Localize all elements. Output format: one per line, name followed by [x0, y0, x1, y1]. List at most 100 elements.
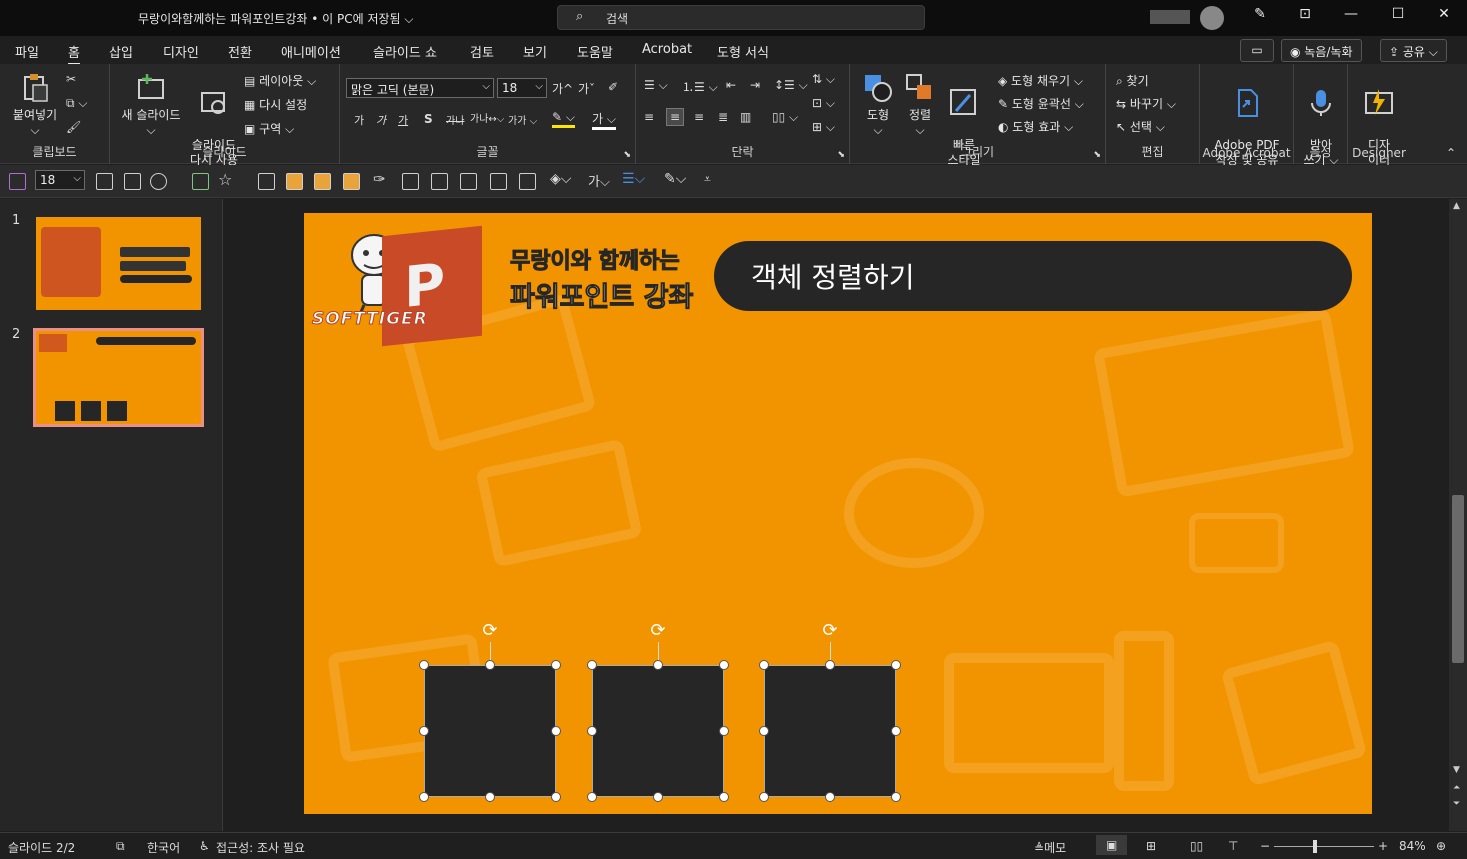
slide-sorter-icon[interactable]: ⊞	[1146, 839, 1156, 853]
resize-handle[interactable]	[551, 660, 561, 670]
increase-indent-icon[interactable]: ⇥	[750, 78, 760, 92]
rotate-handle[interactable]: ⟳	[819, 620, 841, 642]
next-slide-icon[interactable]: ⏷	[1453, 799, 1460, 809]
slide-thumbnail-1[interactable]	[36, 217, 201, 310]
select-button[interactable]: ↖ 선택 ⌵	[1116, 118, 1165, 135]
format-painter-icon[interactable]: 🖌	[66, 120, 81, 134]
increase-font-icon[interactable]: 가^	[552, 80, 573, 97]
rotate-handle[interactable]: ⟳	[479, 620, 501, 642]
smartart-icon[interactable]: ⊞ ⌵	[812, 120, 835, 135]
resize-handle[interactable]	[825, 660, 835, 670]
copy-icon[interactable]: ⧉ ⌵	[66, 96, 87, 111]
accessibility-status[interactable]: 접근성: 조사 필요	[216, 839, 305, 856]
close-icon[interactable]: ✕	[1429, 6, 1459, 22]
strikethrough-icon[interactable]: 가나	[446, 112, 464, 127]
comments-button[interactable]: ▭	[1240, 39, 1274, 62]
tab-transitions[interactable]: 전환	[228, 42, 252, 61]
align-right-icon[interactable]: ≡	[694, 110, 704, 124]
tab-insert[interactable]: 삽입	[109, 42, 133, 61]
bold-icon[interactable]: 가	[354, 112, 364, 128]
tab-design[interactable]: 디자인	[163, 42, 199, 61]
new-slide-button[interactable]: 새 슬라이드 ⌵	[118, 72, 184, 138]
font-name-select[interactable]: 맑은 고딕 (본문) ⌵	[346, 78, 494, 98]
tab-slideshow[interactable]: 슬라이드 쇼	[373, 42, 437, 61]
font-size-select[interactable]: 18 ⌵	[497, 78, 547, 98]
customize-qat-icon[interactable]: ⩡	[704, 172, 721, 189]
distributed-icon[interactable]: ▥	[740, 110, 751, 124]
resize-handle[interactable]	[419, 660, 429, 670]
resize-handle[interactable]	[719, 726, 729, 736]
clear-format-icon[interactable]: ✐	[608, 80, 618, 94]
section-button[interactable]: ▣ 구역 ⌵	[244, 120, 294, 137]
resize-handle[interactable]	[587, 726, 597, 736]
distribute-v-icon[interactable]	[519, 173, 536, 190]
fit-to-window-icon[interactable]: ⊕	[1436, 839, 1446, 853]
previous-slide-icon[interactable]: ⏶	[1453, 783, 1460, 793]
resize-handle[interactable]	[891, 792, 901, 802]
shape-icon[interactable]	[150, 173, 167, 190]
tab-file[interactable]: 파일	[15, 42, 39, 61]
slideshow-view-icon[interactable]: ⊤	[1228, 839, 1238, 853]
resize-handle[interactable]	[551, 726, 561, 736]
tab-view[interactable]: 보기	[523, 42, 547, 61]
resize-handle[interactable]	[891, 726, 901, 736]
distribute-icon[interactable]	[490, 173, 507, 190]
highlight-color-icon[interactable]: ✎ ⌵	[552, 110, 575, 128]
eyedropper-icon[interactable]: ✑	[373, 170, 390, 188]
maximize-icon[interactable]: ☐	[1383, 6, 1413, 22]
dialog-launcher-icon[interactable]: ⬊	[837, 150, 845, 160]
tab-animations[interactable]: 애니메이션	[281, 42, 341, 61]
ribbon-display-icon[interactable]: ⊡	[1290, 6, 1320, 22]
bring-front-icon[interactable]	[286, 173, 303, 190]
zoom-slider-track[interactable]	[1274, 846, 1374, 847]
reset-button[interactable]: ▦ 다시 설정	[244, 96, 307, 113]
underline-icon[interactable]: 가	[398, 112, 408, 128]
tab-home[interactable]: 홈	[68, 42, 80, 65]
send-backward-icon[interactable]	[343, 173, 360, 190]
line-spacing-icon[interactable]: ↕☰ ⌵	[774, 78, 808, 93]
pen-icon[interactable]: ✎	[1245, 6, 1275, 22]
resize-handle[interactable]	[719, 660, 729, 670]
columns-icon[interactable]: ▯▯ ⌵	[772, 110, 798, 125]
decrease-indent-icon[interactable]: ⇤	[726, 78, 736, 92]
zoom-level[interactable]: 84%	[1399, 839, 1426, 853]
rotate-handle[interactable]: ⟳	[647, 620, 669, 642]
selected-box-1[interactable]	[424, 665, 556, 797]
reading-view-icon[interactable]: ▯▯	[1190, 839, 1203, 853]
tab-review[interactable]: 검토	[470, 42, 494, 61]
save-icon[interactable]	[9, 173, 26, 190]
resize-handle[interactable]	[825, 792, 835, 802]
language[interactable]: 한국어	[147, 839, 180, 856]
align-icon[interactable]	[192, 173, 209, 190]
table-icon[interactable]	[402, 173, 419, 190]
collapse-ribbon-icon[interactable]: ⌃	[1446, 146, 1456, 160]
arrange-button[interactable]: 정렬 ⌵	[900, 72, 940, 138]
align-left-icon[interactable]: ≡	[644, 110, 654, 124]
resize-handle[interactable]	[587, 792, 597, 802]
layout-button[interactable]: ▤ 레이아웃 ⌵	[244, 72, 316, 89]
table-lines-icon[interactable]	[460, 173, 477, 190]
record-button[interactable]: ◉ 녹음/녹화	[1281, 39, 1362, 62]
scroll-down-icon[interactable]: ▼	[1453, 765, 1460, 775]
text-box-icon[interactable]	[96, 173, 113, 190]
paste-button[interactable]: 붙여넣기 ⌵	[8, 72, 62, 138]
decrease-font-icon[interactable]: 가ˇ	[578, 80, 595, 97]
slide-canvas[interactable]: P SOFTTIGER 무랑이와 함께하는 파워포인트 강좌 객체 정렬하기 ⟳…	[304, 213, 1372, 814]
scroll-thumb[interactable]	[1452, 495, 1464, 663]
align-text-icon[interactable]: ⊡ ⌵	[812, 96, 835, 111]
zoom-out-icon[interactable]: −	[1260, 839, 1270, 853]
font-color-icon[interactable]: 가 ⌵	[592, 110, 616, 130]
find-button[interactable]: ⌕ 찾기	[1116, 72, 1149, 89]
star-icon[interactable]: ☆	[218, 170, 235, 189]
group-icon[interactable]	[258, 173, 275, 190]
replace-button[interactable]: ⇆ 바꾸기 ⌵	[1116, 95, 1176, 112]
resize-handle[interactable]	[485, 792, 495, 802]
dialog-launcher-icon[interactable]: ⬊	[1093, 150, 1101, 160]
normal-view-icon[interactable]: ▣	[1096, 835, 1128, 855]
qat-font-size[interactable]: 18 ⌵	[35, 170, 85, 190]
numbering-icon[interactable]: ⒈☰ ⌵	[682, 78, 718, 95]
change-case-icon[interactable]: 가가 ⌵	[508, 112, 537, 127]
resize-handle[interactable]	[891, 660, 901, 670]
minimize-icon[interactable]: —	[1336, 6, 1366, 22]
font-color-icon[interactable]: 가⌵	[588, 171, 610, 190]
